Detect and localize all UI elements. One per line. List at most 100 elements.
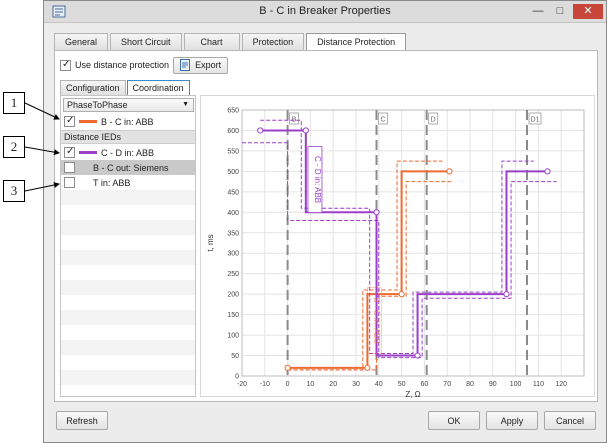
series-point [414, 352, 421, 359]
minimize-button[interactable]: — [529, 4, 547, 19]
y-tick-label: 400 [227, 210, 239, 217]
y-tick-label: 150 [227, 312, 239, 319]
tab-chart[interactable]: Chart [183, 33, 240, 50]
main-ied-color-swatch [79, 120, 97, 123]
x-tick-label: 80 [466, 381, 474, 388]
ied-row[interactable]: T in: ABB [61, 175, 195, 190]
refresh-button[interactable]: Refresh [56, 411, 108, 430]
apply-button[interactable]: Apply [486, 411, 538, 430]
x-tick-label: 20 [329, 381, 337, 388]
empty-list-row [61, 340, 195, 355]
empty-list-row [61, 205, 195, 220]
tab-general[interactable]: General [54, 33, 109, 50]
export-label: Export [195, 60, 222, 70]
ied-row[interactable]: C - D in: ABB [61, 145, 195, 160]
y-tick-label: 100 [227, 333, 239, 340]
y-tick-label: 200 [227, 292, 239, 299]
cancel-button[interactable]: Cancel [544, 411, 596, 430]
y-tick-label: 650 [227, 108, 239, 115]
series-point [503, 291, 510, 298]
x-tick-label: 120 [555, 381, 567, 388]
main-ied-row[interactable]: B - C in: ABB [61, 114, 195, 129]
x-tick-label: -20 [237, 381, 247, 388]
series-point [544, 168, 551, 175]
mode-select-value: PhaseToPhase [67, 100, 128, 110]
chevron-down-icon: ▼ [182, 101, 189, 108]
use-distance-protection-checkbox[interactable] [60, 59, 71, 71]
callout-2: 2 [3, 136, 25, 158]
chart-svg: -20 -10 0 10 20 30 40 50 60 70 80 90 100 110 120 0 50 100… [206, 108, 585, 399]
y-tick-label: 50 [231, 353, 239, 360]
top-toolbar: Use distance protection Export [60, 56, 229, 74]
coordination-chart: -20 -10 0 10 20 30 40 50 60 70 80 90 100 110 120 0 50 100… [200, 95, 595, 399]
series-point [373, 209, 380, 216]
maximize-button[interactable]: □ [551, 4, 569, 19]
use-distance-protection-label: Use distance protection [75, 60, 170, 70]
y-tick-label: 550 [227, 148, 239, 155]
ied-checkbox[interactable] [64, 177, 75, 188]
tab-short-circuit[interactable]: Short Circuit [110, 33, 182, 50]
x-tick-label: 60 [421, 381, 429, 388]
sub-tabs: Configuration Coordination [60, 80, 191, 95]
ied-label: C - D in: ABB [101, 147, 155, 158]
ied-checkbox[interactable] [64, 146, 75, 158]
x-tick-label: 50 [398, 381, 406, 388]
callout-3: 3 [3, 180, 25, 202]
main-ied-checkbox[interactable] [64, 115, 75, 127]
ied-label: T in: ABB [93, 177, 131, 188]
series-point [446, 168, 453, 175]
main-ied-label: B - C in: ABB [101, 116, 154, 127]
tab-configuration[interactable]: Configuration [60, 80, 126, 95]
y-tick-label: 250 [227, 271, 239, 278]
properties-window: B - C in Breaker Properties — □ ✕ Genera… [43, 0, 607, 443]
ied-color-swatch [79, 151, 97, 154]
series-point [257, 127, 264, 134]
x-axis-label: Z, Ω [405, 390, 420, 398]
x-tick-label: 10 [307, 381, 315, 388]
export-button[interactable]: Export [173, 56, 229, 74]
y-axis-label: t, ms [206, 234, 215, 251]
empty-list-row [61, 310, 195, 325]
empty-list-row [61, 190, 195, 205]
empty-list-row [61, 220, 195, 235]
bus-label: D1 [531, 117, 540, 124]
x-tick-label: 110 [533, 381, 544, 388]
ok-button[interactable]: OK [428, 411, 480, 430]
y-tick-label: 300 [227, 251, 239, 258]
bus-label: D [431, 117, 436, 124]
tab-protection[interactable]: Protection [241, 33, 305, 50]
title-bar: B - C in Breaker Properties — □ ✕ [44, 1, 606, 23]
ied-row[interactable]: B - C out: Siemens [61, 160, 195, 175]
window-title: B - C in Breaker Properties [259, 5, 391, 17]
x-tick-label: -10 [260, 381, 270, 388]
series-point [284, 364, 291, 371]
empty-list-row [61, 235, 195, 250]
ied-checkbox[interactable] [64, 162, 75, 173]
distance-protection-panel: Use distance protection Export Configura… [54, 50, 598, 402]
tab-distance-protection[interactable]: Distance Protection [306, 33, 407, 50]
empty-list-row [61, 370, 195, 385]
x-tick-label: 0 [286, 381, 290, 388]
empty-list-row [61, 355, 195, 370]
series-annotation: B - C in: ABB [372, 297, 381, 344]
series-point [302, 127, 309, 134]
empty-list-row [61, 295, 195, 310]
mode-select[interactable]: PhaseToPhase ▼ [63, 98, 194, 112]
tab-coordination[interactable]: Coordination [126, 80, 190, 95]
main-tabs: General Short Circuit Chart Protection D… [54, 33, 408, 50]
x-tick-label: 90 [489, 381, 497, 388]
empty-list-row [61, 325, 195, 340]
empty-list-row [61, 250, 195, 265]
bus-label: C [380, 117, 385, 124]
callout-1: 1 [3, 92, 25, 114]
y-tick-label: 600 [227, 128, 239, 135]
x-tick-label: 30 [352, 381, 360, 388]
x-tick-label: 100 [510, 381, 522, 388]
distance-ieds-header: Distance IEDs [61, 130, 195, 144]
close-button[interactable]: ✕ [573, 4, 603, 19]
y-tick-label: 500 [227, 169, 239, 176]
ied-list-panel: PhaseToPhase ▼ B - C in: ABB Distance IE… [60, 95, 196, 397]
series-dashed-lower [242, 142, 557, 359]
series-line [260, 129, 548, 357]
series-point [398, 291, 405, 298]
